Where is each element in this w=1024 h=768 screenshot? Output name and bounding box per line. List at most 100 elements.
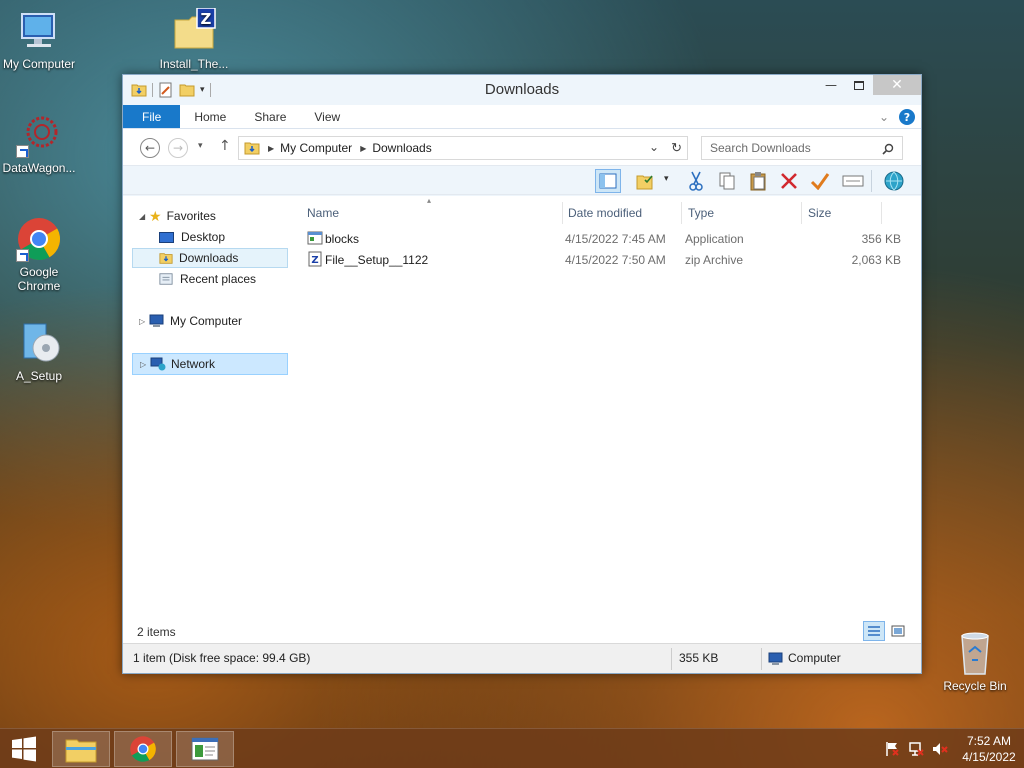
close-icon: ✕: [891, 77, 903, 93]
address-dropdown-icon[interactable]: ⌄: [649, 140, 659, 154]
address-bar[interactable]: ▶ My Computer ▶ Downloads ⌄ ↻: [238, 136, 688, 160]
recent-places-icon: [159, 273, 173, 285]
nav-recent-places[interactable]: Recent places: [159, 269, 256, 289]
taskbar-file-explorer[interactable]: [52, 731, 110, 767]
close-button[interactable]: ✕: [873, 75, 921, 95]
nav-downloads[interactable]: Downloads: [132, 248, 288, 268]
status-divider: [761, 648, 762, 670]
maximize-icon: [854, 80, 864, 90]
computer-icon: [149, 314, 164, 327]
nav-desktop[interactable]: Desktop: [159, 227, 225, 247]
desktop-icon-label: DataWagon...: [2, 161, 76, 175]
expand-ribbon-icon[interactable]: ⌄: [879, 110, 889, 124]
file-row-blocks[interactable]: blocks 4/15/2022 7:45 AM Application 356…: [299, 229, 901, 249]
title-bar[interactable]: ▾ Downloads — ✕: [123, 75, 921, 105]
desktop-icon-chrome[interactable]: Google Chrome: [0, 216, 81, 293]
forward-button[interactable]: →: [168, 138, 188, 158]
status-bar: 1 item (Disk free space: 99.4 GB) 355 KB…: [123, 643, 921, 673]
copy-button[interactable]: [714, 169, 740, 193]
volume-muted-icon[interactable]: [932, 741, 948, 757]
large-icons-view-button[interactable]: [887, 621, 909, 641]
tab-view[interactable]: View: [300, 105, 354, 128]
file-size: 2,063 KB: [851, 253, 901, 267]
column-header-date-modified[interactable]: Date modified: [562, 202, 682, 224]
tab-home[interactable]: Home: [180, 105, 240, 128]
desktop-icon-recycle-bin[interactable]: Recycle Bin: [933, 630, 1017, 693]
file-type: Application: [685, 232, 744, 246]
recent-locations-icon[interactable]: ▾: [198, 141, 203, 151]
folder-down-icon: [159, 253, 173, 264]
collapsed-chevron-icon[interactable]: ▷: [139, 317, 149, 326]
check-button[interactable]: [807, 169, 833, 193]
refresh-icon[interactable]: ↻: [671, 140, 682, 156]
checkmark-icon: [810, 173, 830, 190]
computer-icon: [16, 8, 62, 54]
setup-icon: [16, 320, 62, 366]
view-switcher: [863, 621, 909, 641]
preview-pane-button[interactable]: [595, 169, 621, 193]
chrome-icon: [130, 736, 156, 762]
svg-text:Z: Z: [311, 255, 318, 266]
nav-network[interactable]: ▷ Network: [132, 353, 288, 375]
search-placeholder: Search Downloads: [710, 141, 811, 155]
delete-button[interactable]: [776, 169, 802, 193]
start-button[interactable]: [0, 731, 48, 767]
column-header-type[interactable]: Type: [682, 202, 802, 224]
breadcrumb-downloads[interactable]: Downloads: [372, 141, 431, 155]
file-size: 356 KB: [861, 232, 901, 246]
nav-favorites[interactable]: ◢ ★ Favorites: [139, 206, 216, 226]
chrome-icon: [16, 216, 62, 262]
collapsed-chevron-icon[interactable]: ▷: [140, 360, 150, 369]
network-status-icon[interactable]: [908, 741, 924, 757]
nav-label: Desktop: [181, 230, 226, 244]
application-window-icon: [191, 737, 219, 761]
clock[interactable]: 7:52 AM 4/15/2022: [954, 733, 1024, 765]
breadcrumb-chevron-icon[interactable]: ▶: [360, 144, 366, 153]
select-button[interactable]: [633, 169, 659, 193]
column-header-name[interactable]: Name: [301, 202, 563, 224]
breadcrumb-my-computer[interactable]: My Computer: [280, 141, 352, 155]
ribbon-right-controls: ⌄ ?: [879, 109, 915, 125]
maximize-button[interactable]: [845, 75, 873, 95]
action-center-flag-icon[interactable]: [884, 741, 900, 757]
desktop-icon-label: Install_The...: [159, 57, 229, 71]
shell-button[interactable]: [881, 169, 907, 193]
items-count: 2 items: [137, 625, 176, 639]
taskbar-app-window[interactable]: [176, 731, 234, 767]
paste-button[interactable]: [745, 169, 771, 193]
star-icon: ★: [149, 207, 162, 224]
details-view-button[interactable]: [863, 621, 885, 641]
up-arrow-icon[interactable]: ↑: [219, 138, 231, 154]
large-icons-view-icon: [891, 625, 905, 637]
nav-label: Downloads: [179, 251, 239, 265]
ribbon-tabs: File Home Share View ⌄ ?: [123, 105, 921, 129]
breadcrumb-chevron-icon[interactable]: ▶: [268, 144, 274, 153]
tab-file[interactable]: File: [123, 105, 181, 128]
clock-date: 4/15/2022: [962, 750, 1016, 764]
nav-label: Favorites: [166, 209, 216, 223]
shortcut-arrow-icon: [16, 145, 29, 158]
search-icon[interactable]: [882, 143, 894, 155]
cut-button[interactable]: [683, 169, 709, 193]
desktop-icon-a-setup[interactable]: A_Setup: [0, 320, 81, 383]
desktop-icon-install[interactable]: Z Install_The...: [152, 7, 236, 71]
column-header-size[interactable]: Size: [802, 202, 882, 224]
command-toolbar: ▾: [123, 165, 921, 195]
file-type: zip Archive: [685, 253, 744, 267]
help-icon[interactable]: ?: [899, 109, 915, 125]
expanded-chevron-icon[interactable]: ◢: [139, 212, 149, 221]
nav-my-computer[interactable]: ▷ My Computer: [139, 311, 242, 331]
search-input[interactable]: Search Downloads: [701, 136, 903, 160]
file-date: 4/15/2022 7:50 AM: [565, 253, 666, 267]
desktop-icon-datawagon[interactable]: DataWagon...: [0, 112, 81, 175]
nav-label: Network: [171, 357, 216, 371]
minimize-button[interactable]: —: [817, 75, 845, 95]
tab-share[interactable]: Share: [240, 105, 300, 128]
select-dropdown-icon[interactable]: ▾: [664, 174, 669, 184]
file-row-file-setup[interactable]: Z File__Setup__1122 4/15/2022 7:50 AM zi…: [299, 250, 901, 270]
rename-button[interactable]: [840, 169, 866, 193]
zip-archive-icon: Z: [308, 251, 322, 267]
back-button[interactable]: ←: [140, 138, 160, 158]
taskbar-chrome[interactable]: [114, 731, 172, 767]
desktop-icon-my-computer[interactable]: My Computer: [0, 8, 81, 71]
